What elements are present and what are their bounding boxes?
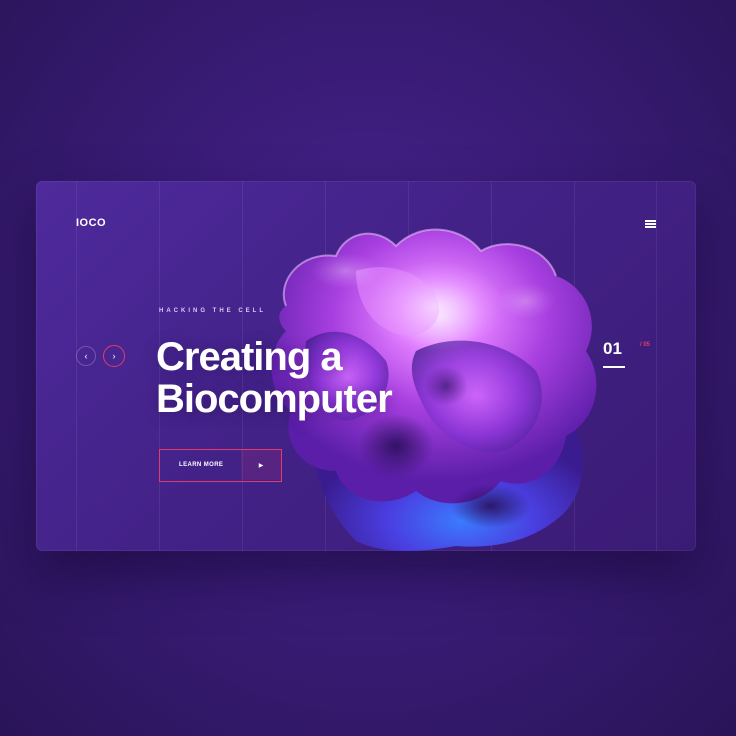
slide-counter-total: / 05 [640, 342, 651, 348]
chevron-left-icon: ‹ [84, 351, 88, 361]
grid-line [656, 181, 657, 551]
slider-next-button[interactable]: › [103, 345, 125, 367]
hero-eyebrow: HACKING THE CELL [159, 308, 266, 314]
learn-more-label: LEARN MORE [179, 462, 224, 468]
brand-logo[interactable]: IOCO [76, 217, 106, 229]
slide-counter-current: 01 [603, 339, 622, 358]
hero-card: IOCO HACKING THE CELL Creating a Biocomp… [36, 181, 696, 551]
play-arrow-icon: ▶ [241, 450, 281, 480]
learn-more-button[interactable]: LEARN MORE ▶ [159, 449, 282, 482]
hamburger-menu-icon[interactable] [645, 220, 656, 228]
hero-headline-line2: Biocomputer [156, 377, 393, 421]
hero-headline-line1: Creating a [156, 335, 343, 379]
slide-counter-underline [603, 366, 625, 368]
grid-line [76, 181, 77, 551]
chevron-right-icon: › [112, 351, 116, 361]
slider-prev-button[interactable]: ‹ [76, 346, 96, 366]
hero-headline: Creating a Biocomputer [156, 335, 393, 421]
